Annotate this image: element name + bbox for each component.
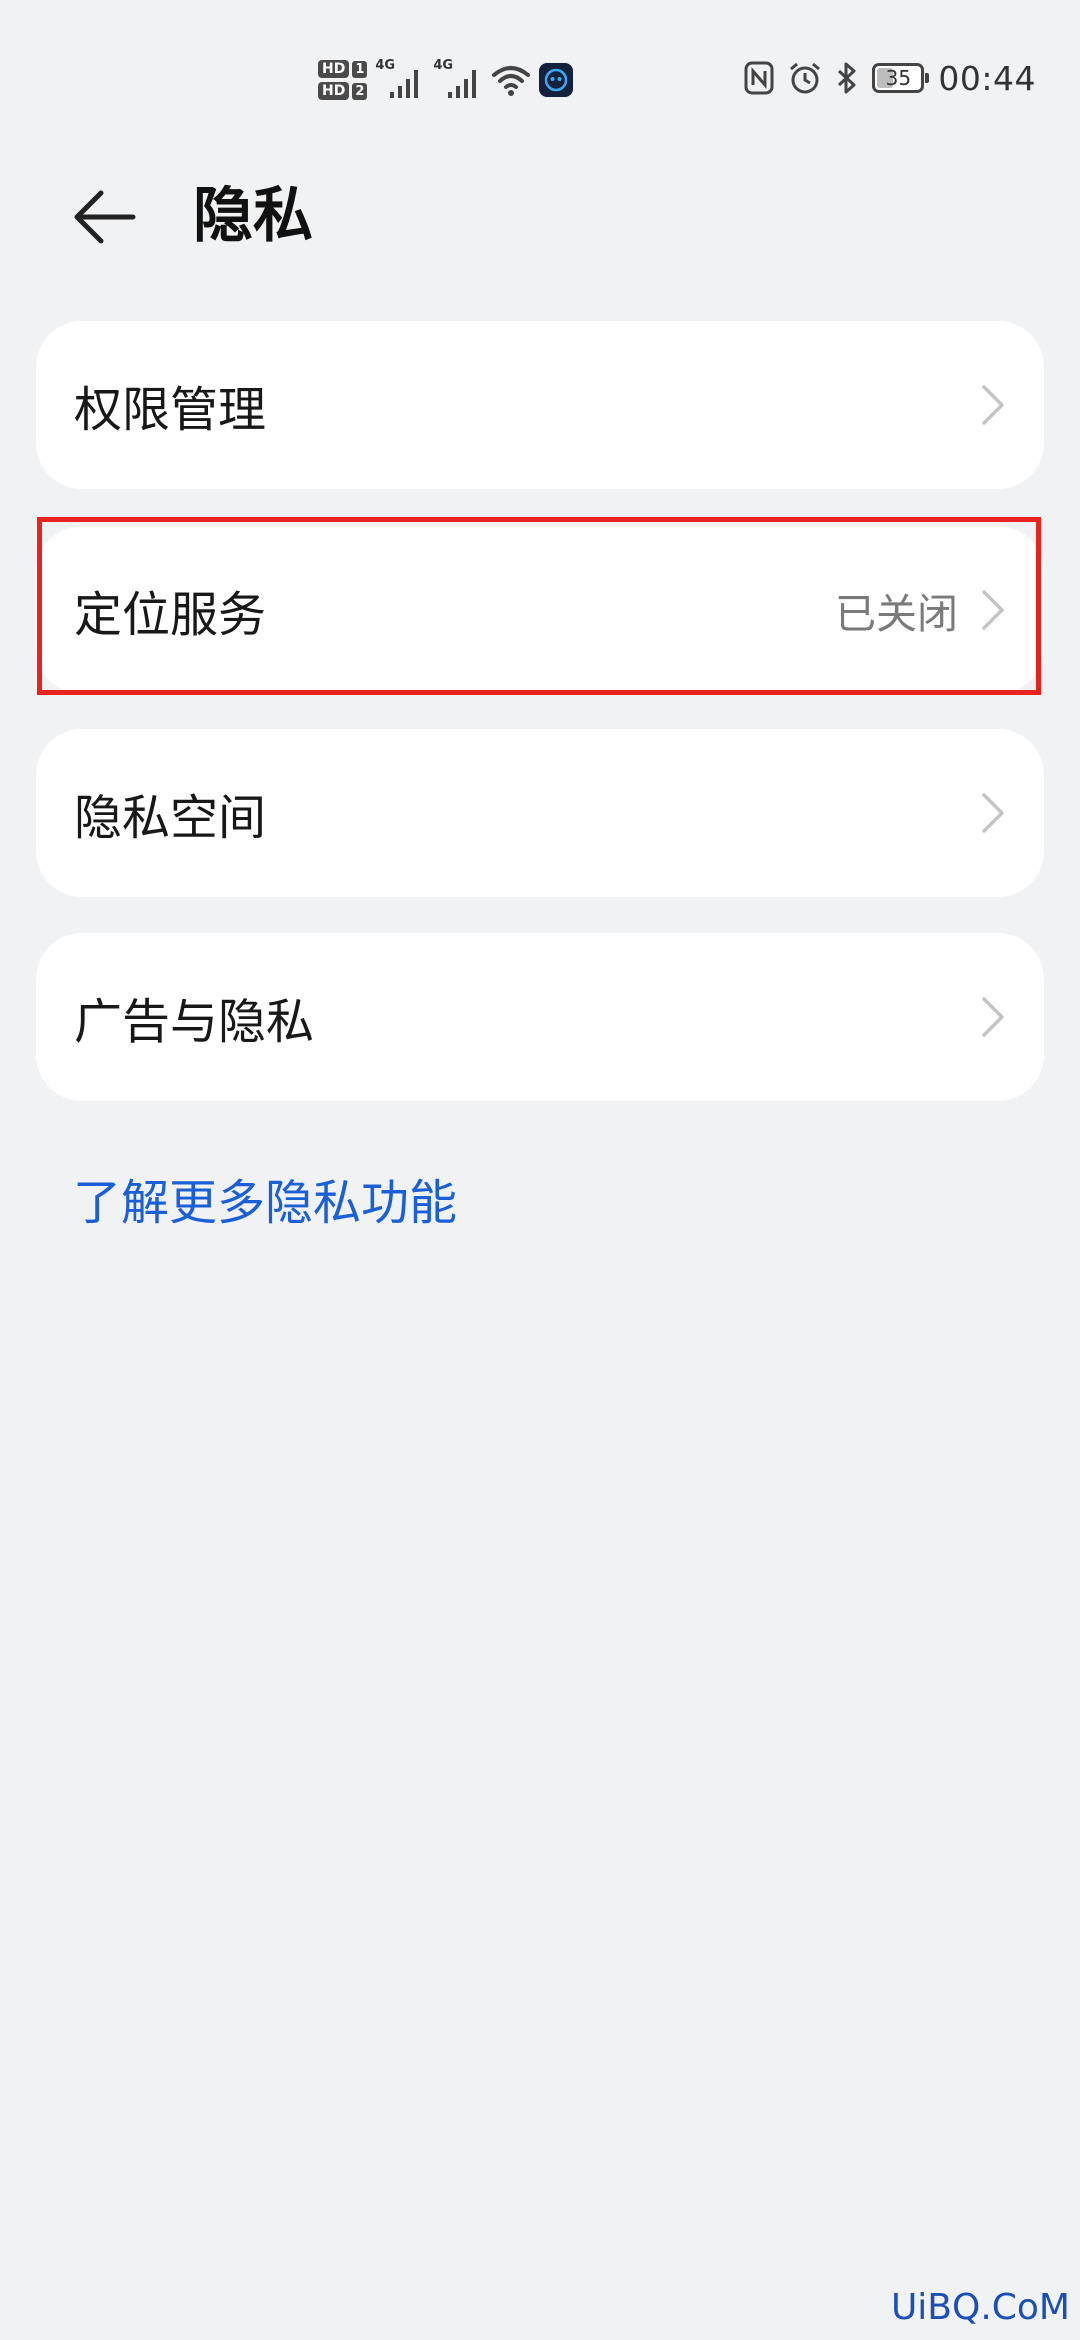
signal-icon	[448, 70, 477, 98]
sim1-hd-badge: HD 1	[318, 60, 368, 78]
settings-item-label: 定位服务	[74, 587, 267, 643]
signal-icon	[390, 70, 419, 98]
bluetooth-icon	[838, 62, 856, 94]
arrow-left-icon	[74, 190, 136, 244]
status-bar-right: 35 00:44	[744, 54, 1036, 102]
sim1-hd-label: HD	[318, 60, 350, 78]
app-header: 隐私	[0, 160, 1080, 270]
learn-more-privacy-link[interactable]: 了解更多隐私功能	[73, 1163, 457, 1233]
chevron-right-icon	[982, 997, 1004, 1037]
battery-level: 35	[885, 66, 912, 90]
chevron-right-icon	[982, 590, 1004, 630]
wifi-icon	[492, 66, 531, 96]
sim1-number: 1	[352, 60, 368, 78]
sim2-signal: 4G	[433, 56, 483, 104]
sim1-signal: 4G	[375, 56, 425, 104]
app-icon	[539, 63, 574, 97]
sim-indicators: HD 1 HD 2	[318, 60, 368, 100]
back-button[interactable]	[70, 182, 140, 252]
settings-item-label: 权限管理	[74, 382, 267, 438]
settings-item-location[interactable]: 定位服务 已关闭	[36, 526, 1044, 694]
sim2-hd-badge: HD 2	[318, 82, 368, 100]
settings-item-label: 广告与隐私	[74, 994, 315, 1050]
alarm-icon	[790, 62, 821, 94]
status-bar-left: HD 1 HD 2 4G 4G	[318, 50, 574, 110]
chevron-right-icon	[982, 385, 1004, 425]
battery-icon: 35	[872, 63, 930, 93]
sim2-number: 2	[352, 82, 368, 100]
page-title: 隐私	[193, 181, 313, 251]
nfc-icon	[744, 61, 774, 95]
status-time: 00:44	[938, 58, 1036, 98]
watermark-text: UiBQ.CoM	[890, 2287, 1070, 2328]
settings-item-label: 隐私空间	[74, 790, 267, 846]
chevron-right-icon	[982, 793, 1004, 833]
settings-item-private-space[interactable]: 隐私空间	[36, 729, 1044, 897]
sim2-hd-label: HD	[318, 82, 350, 100]
location-status-value: 已关闭	[835, 590, 958, 638]
robot-face-icon	[545, 68, 568, 92]
status-bar: HD 1 HD 2 4G 4G 35 00:44	[0, 0, 1080, 150]
settings-item-permissions[interactable]: 权限管理	[36, 321, 1044, 489]
settings-item-ads-privacy[interactable]: 广告与隐私	[36, 933, 1044, 1101]
